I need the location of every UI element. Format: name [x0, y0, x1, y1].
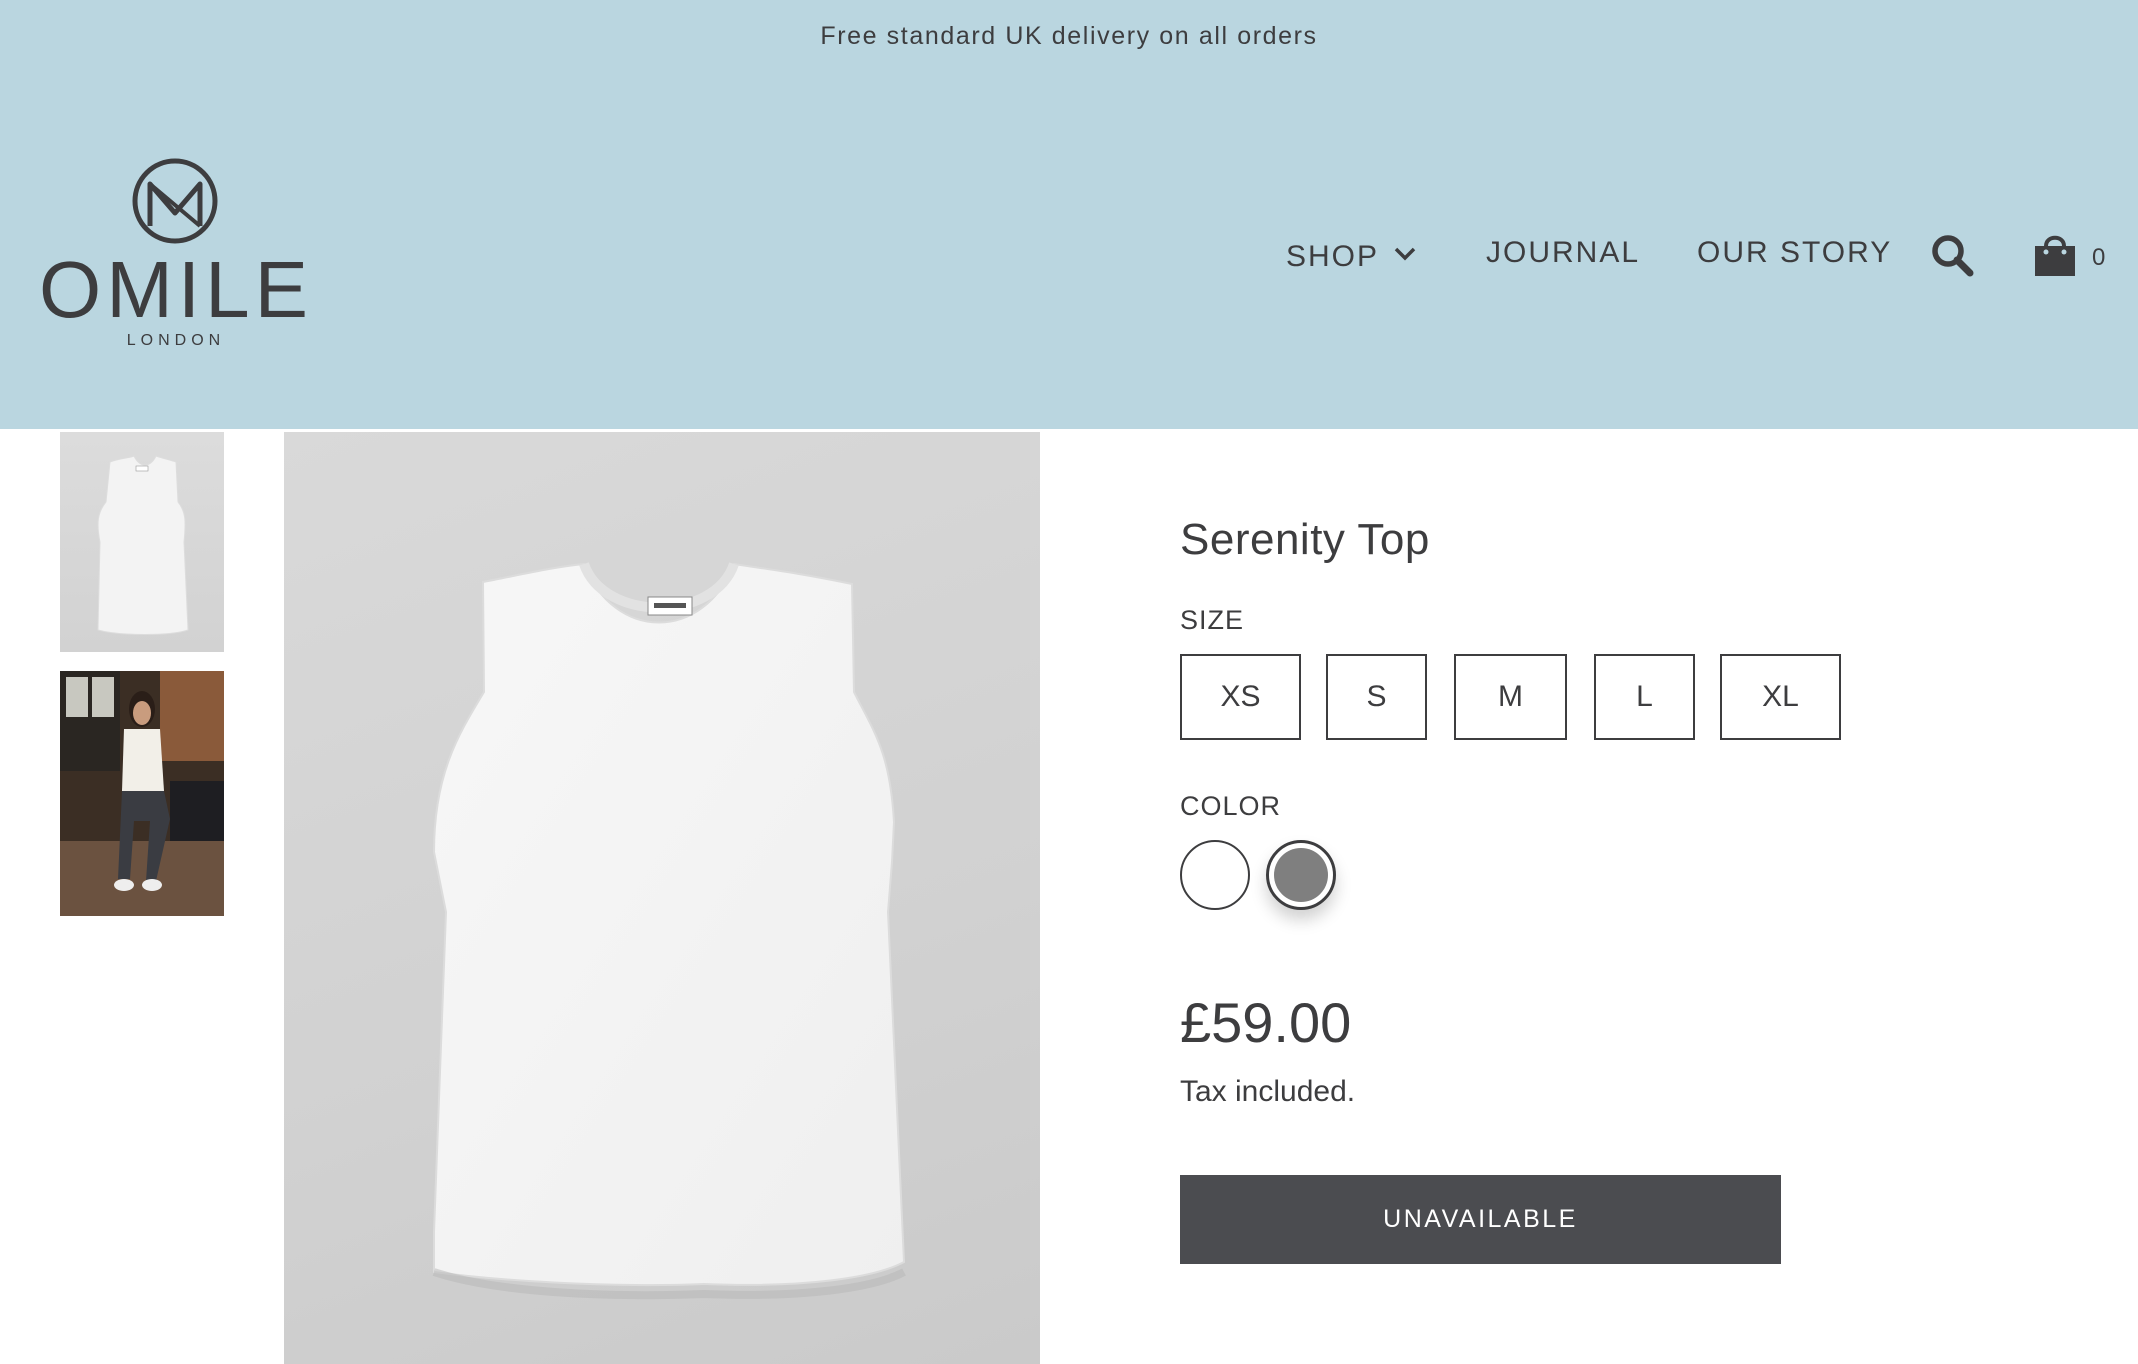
- color-swatch-white[interactable]: [1180, 840, 1250, 910]
- shopping-bag-icon[interactable]: [2031, 230, 2079, 280]
- main-product-image[interactable]: [284, 432, 1040, 1364]
- color-swatch-grey-fill: [1274, 848, 1328, 902]
- nav-shop[interactable]: SHOP: [1286, 236, 1417, 274]
- size-option-s[interactable]: S: [1326, 654, 1427, 740]
- tank-top-image: [432, 562, 906, 1300]
- size-option-xs[interactable]: XS: [1180, 654, 1301, 740]
- brand-logo[interactable]: OMILE LONDON: [28, 158, 324, 354]
- nav-our-story[interactable]: OUR STORY: [1697, 236, 1892, 270]
- tank-top-image: [97, 455, 189, 635]
- announcement-bar: Free standard UK delivery on all orders: [820, 22, 1318, 50]
- size-label: SIZE: [1180, 605, 1245, 635]
- color-label: COLOR: [1180, 791, 1282, 821]
- nav-journal[interactable]: JOURNAL: [1486, 236, 1640, 270]
- chevron-down-icon: [1393, 236, 1417, 270]
- logo-emblem-icon: [132, 158, 218, 244]
- color-swatch-grey[interactable]: [1266, 840, 1336, 910]
- unavailable-button[interactable]: UNAVAILABLE: [1180, 1175, 1781, 1264]
- search-icon[interactable]: [1930, 233, 1974, 277]
- thumbnail-product-front[interactable]: [60, 432, 224, 652]
- thumbnail-model-photo[interactable]: [60, 671, 224, 916]
- size-option-m[interactable]: M: [1454, 654, 1567, 740]
- model-photo-image: [60, 671, 224, 916]
- size-option-xl[interactable]: XL: [1720, 654, 1841, 740]
- cart-count[interactable]: 0: [2092, 244, 2105, 272]
- brand-name: OMILE: [39, 245, 313, 334]
- nav-shop-label: SHOP: [1286, 240, 1380, 273]
- site-header: Free standard UK delivery on all orders …: [0, 0, 2138, 429]
- tax-note: Tax included.: [1180, 1075, 1356, 1108]
- product-price: £59.00: [1180, 991, 1352, 1054]
- product-title: Serenity Top: [1180, 515, 1430, 564]
- size-option-l[interactable]: L: [1594, 654, 1695, 740]
- brand-subtitle: LONDON: [126, 332, 226, 349]
